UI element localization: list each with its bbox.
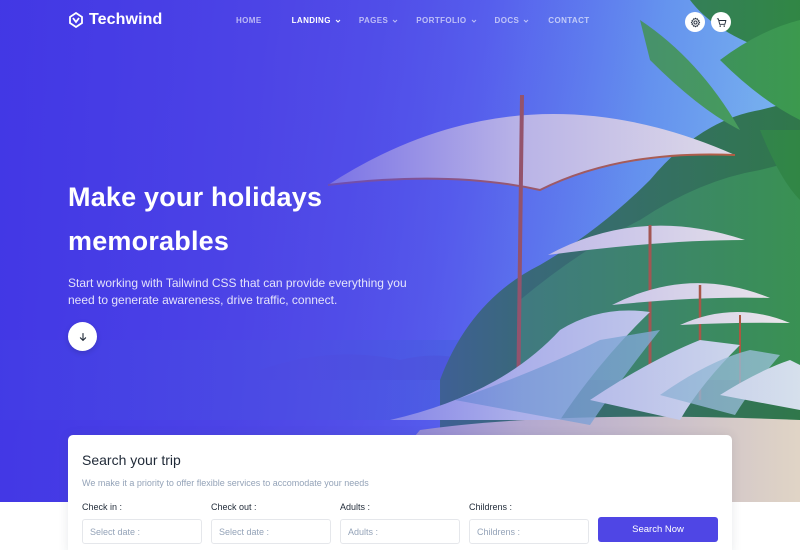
logo[interactable]: Techwind bbox=[68, 11, 162, 29]
nav-item-pages[interactable]: PAGES bbox=[359, 16, 398, 25]
brand-name: Techwind bbox=[89, 11, 163, 28]
check-out-input[interactable] bbox=[211, 519, 331, 544]
search-card-description: We make it a priority to offer flexible … bbox=[82, 478, 369, 488]
hero-subtitle: Start working with Tailwind CSS that can… bbox=[68, 276, 407, 307]
chevron-down-icon bbox=[335, 19, 341, 23]
hero-section: Techwind HOME LANDING PAGES PORTFOLIO DO… bbox=[0, 0, 800, 502]
arrow-down-icon bbox=[79, 332, 86, 341]
check-out-label: Check out : bbox=[211, 502, 257, 512]
nav-item-label: DOCS bbox=[494, 16, 520, 25]
hero-title: Make your holidays memorables bbox=[68, 175, 398, 263]
nav-item-home[interactable]: HOME bbox=[236, 16, 262, 25]
search-card: Search your trip We make it a priority t… bbox=[68, 435, 732, 550]
chevron-down-icon bbox=[392, 19, 398, 23]
nav-item-label: HOME bbox=[236, 16, 262, 25]
nav-item-landing[interactable]: LANDING bbox=[292, 16, 341, 25]
check-in-label: Check in : bbox=[82, 502, 123, 512]
hero-title-line1: Make your holidays bbox=[68, 182, 323, 212]
adults-input[interactable] bbox=[340, 519, 460, 544]
search-card-title: Search your trip bbox=[82, 452, 181, 468]
navbar: Techwind HOME LANDING PAGES PORTFOLIO DO… bbox=[0, 0, 800, 44]
adults-label: Adults : bbox=[340, 502, 371, 512]
hero-title-line2: memorables bbox=[68, 226, 230, 256]
cart-button[interactable] bbox=[711, 12, 731, 32]
settings-button[interactable] bbox=[685, 12, 705, 32]
chevron-down-icon bbox=[523, 19, 529, 23]
nav-item-label: CONTACT bbox=[548, 16, 590, 25]
cart-icon bbox=[716, 17, 726, 27]
nav-item-contact[interactable]: CONTACT bbox=[548, 16, 589, 25]
nav-item-label: PORTFOLIO bbox=[416, 16, 467, 25]
childrens-input[interactable] bbox=[469, 519, 589, 544]
nav-item-label: PAGES bbox=[358, 16, 389, 25]
gear-icon bbox=[690, 17, 700, 27]
logo-icon bbox=[69, 12, 83, 28]
scroll-down-button[interactable] bbox=[68, 322, 97, 351]
search-now-button[interactable]: Search Now bbox=[598, 517, 718, 542]
childrens-label: Childrens : bbox=[469, 502, 513, 512]
nav-item-portfolio[interactable]: PORTFOLIO bbox=[416, 16, 476, 25]
nav-item-docs[interactable]: DOCS bbox=[495, 16, 530, 25]
main-nav: HOME LANDING PAGES PORTFOLIO DOCS CONTAC… bbox=[236, 16, 590, 25]
chevron-down-icon bbox=[471, 19, 476, 23]
check-in-input[interactable] bbox=[82, 519, 202, 544]
nav-item-label: LANDING bbox=[291, 16, 331, 25]
